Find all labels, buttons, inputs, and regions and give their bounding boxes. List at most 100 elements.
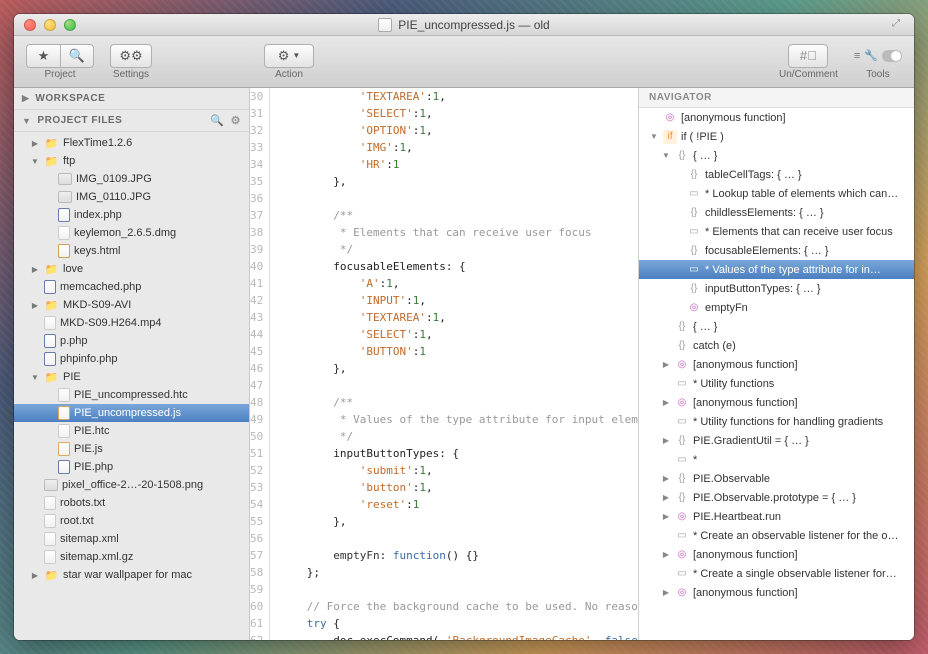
file-label: IMG_0109.JPG — [76, 173, 152, 185]
titlebar[interactable]: PIE_uncompressed.js — old ⤢ — [14, 14, 914, 36]
gear-icon[interactable]: ⚙ — [231, 114, 241, 127]
disclosure-icon[interactable]: ▶ — [661, 474, 671, 483]
zoom-button[interactable] — [64, 19, 76, 31]
navigator-item[interactable]: ▶◎[anonymous function] — [639, 393, 914, 412]
fullscreen-button[interactable]: ⤢ — [892, 18, 906, 32]
disclosure-icon[interactable]: ▶ — [661, 550, 671, 559]
navigator-item[interactable]: ▭* Elements that can receive user focus — [639, 222, 914, 241]
file-tree-row[interactable]: sitemap.xml.gz — [14, 548, 249, 566]
file-tree-row[interactable]: sitemap.xml — [14, 530, 249, 548]
file-label: phpinfo.php — [60, 353, 118, 365]
file-tree-row[interactable]: PIE_uncompressed.htc — [14, 386, 249, 404]
file-tree[interactable]: ▶📁FlexTime1.2.6▼📁ftp IMG_0109.JPG IMG_0110… — [14, 132, 249, 640]
file-label: root.txt — [60, 515, 94, 527]
code-area[interactable]: 'TEXTAREA':1, 'SELECT':1, 'OPTION':1, 'I… — [270, 88, 638, 640]
file-tree-row[interactable]: ▶📁MKD-S09-AVI — [14, 296, 249, 314]
tools-group: ≡ 🔧 Tools — [854, 44, 902, 80]
navigator-item[interactable]: {}tableCellTags: { … } — [639, 165, 914, 184]
disclosure-icon[interactable]: ▼ — [30, 373, 40, 382]
close-button[interactable] — [24, 19, 36, 31]
navigator-item[interactable]: ◎emptyFn — [639, 298, 914, 317]
navigator-item[interactable]: ▭* — [639, 450, 914, 469]
navigator-item[interactable]: ▶{}PIE.Observable.prototype = { … } — [639, 488, 914, 507]
navigator-item[interactable]: ▭* Values of the type attribute for in… — [639, 260, 914, 279]
main-content: ▶ WORKSPACE ▼ PROJECT FILES 🔍 ⚙ ▶📁FlexTi… — [14, 88, 914, 640]
file-tree-row[interactable]: IMG_0110.JPG — [14, 188, 249, 206]
list-icon[interactable]: ≡ — [854, 50, 860, 62]
navigator-item[interactable]: ◎[anonymous function] — [639, 108, 914, 127]
file-tree-row[interactable]: keys.html — [14, 242, 249, 260]
disclosure-icon[interactable]: ▶ — [661, 436, 671, 445]
file-tree-row[interactable]: robots.txt — [14, 494, 249, 512]
project-files-section[interactable]: ▼ PROJECT FILES 🔍 ⚙ — [14, 110, 249, 132]
fn-icon: ◎ — [675, 396, 689, 410]
file-tree-row[interactable]: ▼📁ftp — [14, 152, 249, 170]
disclosure-icon[interactable]: ▶ — [30, 571, 40, 580]
file-label: FlexTime1.2.6 — [63, 137, 132, 149]
php-icon — [44, 280, 56, 294]
navigator-tree[interactable]: ◎[anonymous function]▼ifif ( !PIE )▼{}{ … — [639, 108, 914, 640]
file-tree-row[interactable]: phpinfo.php — [14, 350, 249, 368]
disclosure-icon[interactable]: ▶ — [661, 493, 671, 502]
navigator-item[interactable]: {}childlessElements: { … } — [639, 203, 914, 222]
file-tree-row[interactable]: IMG_0109.JPG — [14, 170, 249, 188]
file-tree-row[interactable]: memcached.php — [14, 278, 249, 296]
disclosure-icon[interactable]: ▼ — [649, 132, 659, 141]
navigator-item[interactable]: ▼{}{ … } — [639, 146, 914, 165]
action-button[interactable]: ⚙ ▼ — [264, 44, 314, 68]
file-tree-row[interactable]: ▶📁FlexTime1.2.6 — [14, 134, 249, 152]
file-tree-row[interactable]: ▶📁love — [14, 260, 249, 278]
navigator-item[interactable]: ▶◎PIE.Heartbeat.run — [639, 507, 914, 526]
file-tree-row[interactable]: p.php — [14, 332, 249, 350]
file-tree-row[interactable]: PIE.php — [14, 458, 249, 476]
prop-icon: {} — [675, 339, 689, 353]
navigator-item[interactable]: ▶{}PIE.GradientUtil = { … } — [639, 431, 914, 450]
file-label: ftp — [63, 155, 75, 167]
file-tree-row[interactable]: ▶📁star war wallpaper for mac — [14, 566, 249, 584]
file-tree-row[interactable]: ▼📁PIE — [14, 368, 249, 386]
file-tree-row[interactable]: root.txt — [14, 512, 249, 530]
file-tree-row[interactable]: PIE.htc — [14, 422, 249, 440]
navigator-item[interactable]: ▭* Create an observable listener for the… — [639, 526, 914, 545]
file-icon — [44, 496, 56, 510]
disclosure-icon[interactable]: ▼ — [30, 157, 40, 166]
disclosure-icon[interactable]: ▶ — [661, 398, 671, 407]
navigator-item[interactable]: ▶◎[anonymous function] — [639, 545, 914, 564]
code-editor[interactable]: 3031323334353637383940414243444546474849… — [250, 88, 638, 640]
wrench-icon[interactable]: 🔧 — [864, 49, 878, 62]
js-icon — [58, 442, 70, 456]
minimize-button[interactable] — [44, 19, 56, 31]
navigator-item[interactable]: ▶{}PIE.Observable — [639, 469, 914, 488]
disclosure-icon[interactable]: ▶ — [661, 512, 671, 521]
navigator-item[interactable]: {}focusableElements: { … } — [639, 241, 914, 260]
uncomment-button[interactable]: #⃝ — [788, 44, 828, 68]
navigator-item[interactable]: ▼ifif ( !PIE ) — [639, 127, 914, 146]
file-tree-row[interactable]: PIE.js — [14, 440, 249, 458]
file-tree-row[interactable]: MKD-S09.H264.mp4 — [14, 314, 249, 332]
file-tree-row[interactable]: keylemon_2.6.5.dmg — [14, 224, 249, 242]
disclosure-icon[interactable]: ▶ — [661, 588, 671, 597]
file-tree-row[interactable]: pixel_office-2…-20-1508.png — [14, 476, 249, 494]
navigator-item[interactable]: ▭* Utility functions — [639, 374, 914, 393]
workspace-section[interactable]: ▶ WORKSPACE — [14, 88, 249, 110]
navigator-item[interactable]: {}catch (e) — [639, 336, 914, 355]
disclosure-icon[interactable]: ▶ — [30, 265, 40, 274]
disclosure-icon[interactable]: ▼ — [661, 151, 671, 160]
navigator-item[interactable]: ▭* Utility functions for handling gradie… — [639, 412, 914, 431]
toggle-icon[interactable] — [882, 50, 902, 62]
favorite-button[interactable]: ★ — [26, 44, 60, 68]
disclosure-icon[interactable]: ▶ — [661, 360, 671, 369]
navigator-item[interactable]: ▭* Lookup table of elements which can… — [639, 184, 914, 203]
settings-button[interactable]: ⚙⚙ — [110, 44, 152, 68]
file-tree-row[interactable]: PIE_uncompressed.js — [14, 404, 249, 422]
search-icon[interactable]: 🔍 — [210, 114, 224, 127]
navigator-item[interactable]: ▶◎[anonymous function] — [639, 583, 914, 602]
navigator-item[interactable]: ▭* Create a single observable listener f… — [639, 564, 914, 583]
project-search-button[interactable]: 🔍 — [60, 44, 94, 68]
navigator-item[interactable]: {}{ … } — [639, 317, 914, 336]
file-tree-row[interactable]: index.php — [14, 206, 249, 224]
navigator-item[interactable]: ▶◎[anonymous function] — [639, 355, 914, 374]
navigator-item[interactable]: {}inputButtonTypes: { … } — [639, 279, 914, 298]
disclosure-icon[interactable]: ▶ — [30, 139, 40, 148]
disclosure-icon[interactable]: ▶ — [30, 301, 40, 310]
